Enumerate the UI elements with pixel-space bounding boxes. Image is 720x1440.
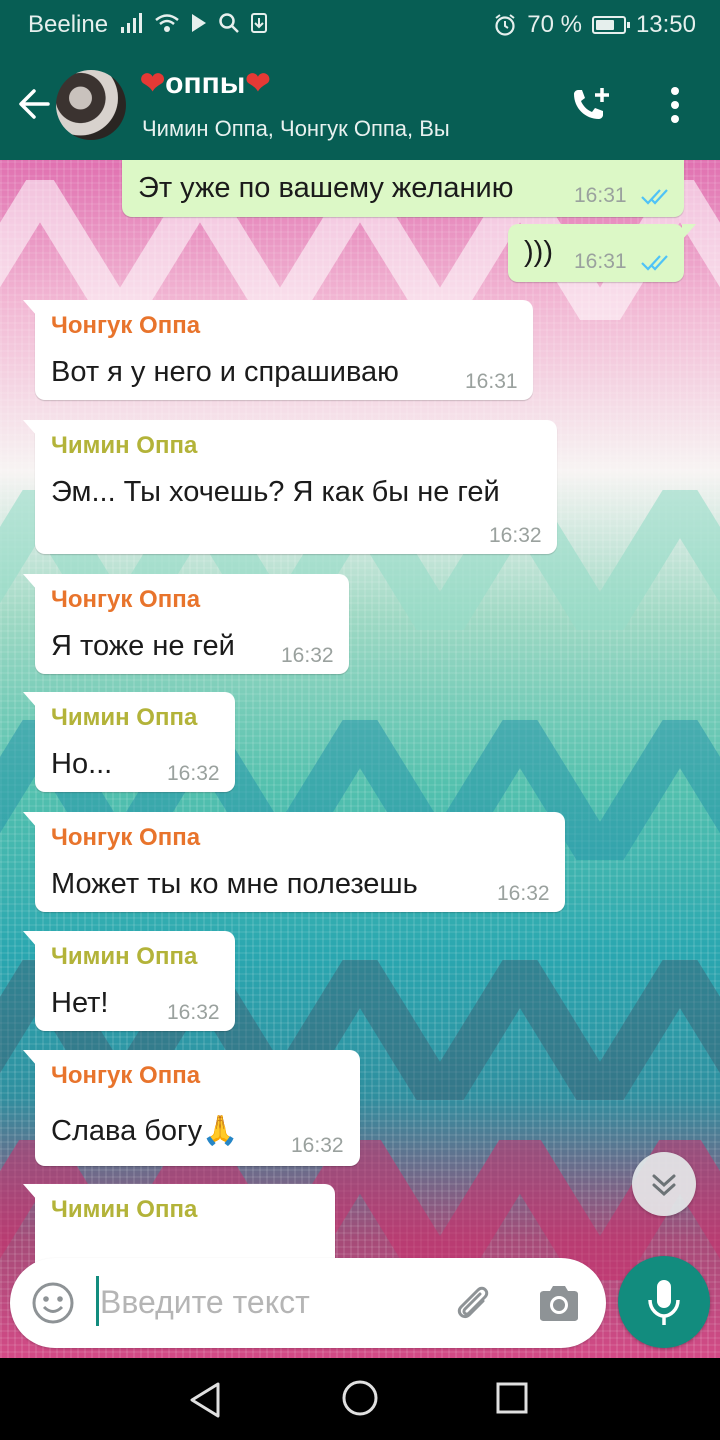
sender-name: Чонгук Оппа	[51, 312, 201, 339]
message-text: Вот я у него и спрашиваю	[51, 356, 399, 388]
bubble-tail	[23, 300, 37, 316]
battery-level	[595, 20, 615, 30]
message-time: 16:32	[281, 644, 334, 667]
text-caret	[96, 1276, 99, 1326]
message-bubble-incoming[interactable]: Чонгук Оппа Слава богу🙏 16:32	[23, 1050, 360, 1166]
read-ticks-icon	[641, 189, 668, 205]
message-time: 16:31	[465, 370, 518, 393]
bubble-tail	[682, 224, 696, 240]
message-bubble-incoming[interactable]: Чонгук Оппа Я тоже не гей 16:32	[23, 574, 349, 674]
chat-header: ❤оппы❤ Чимин Оппа, Чонгук Оппа, Вы	[0, 48, 720, 160]
message-bubble-incoming[interactable]: Чонгук Оппа Вот я у него и спрашиваю 16:…	[23, 300, 533, 400]
back-arrow-icon[interactable]	[14, 84, 54, 124]
bubble-tail	[23, 574, 37, 590]
carrier-name: Beeline	[28, 11, 109, 38]
bubble-tail	[23, 812, 37, 828]
sender-name: Чимин Оппа	[51, 943, 198, 970]
sender-name: Чимин Оппа	[51, 432, 198, 459]
camera-icon[interactable]	[536, 1282, 582, 1324]
more-vert-icon[interactable]	[660, 84, 690, 128]
status-right: 70 % 13:50	[493, 11, 696, 39]
bubble-tail	[23, 931, 37, 947]
add-call-icon[interactable]	[566, 84, 616, 128]
download-box-icon	[251, 13, 267, 33]
nav-recents-icon[interactable]	[494, 1380, 530, 1416]
sender-name: Чонгук Оппа	[51, 1062, 201, 1089]
status-bar: Beeline 70 % 13:50	[0, 0, 720, 48]
group-title[interactable]: ❤оппы❤	[140, 66, 270, 101]
message-text: )))	[524, 236, 553, 268]
group-members[interactable]: Чимин Оппа, Чонгук Оппа, Вы	[142, 116, 450, 142]
message-text: Нет!	[51, 987, 109, 1019]
message-bubble-incoming[interactable]: Чимин Оппа Но... 16:32	[23, 692, 235, 792]
sender-name: Чонгук Оппа	[51, 824, 201, 851]
message-input[interactable]: Введите текст	[100, 1284, 310, 1321]
sender-name: Чимин Оппа	[51, 704, 198, 731]
group-avatar[interactable]	[56, 70, 126, 140]
message-time: 16:32	[167, 762, 220, 785]
read-ticks-icon	[641, 255, 668, 271]
battery-icon	[591, 16, 630, 34]
scroll-to-bottom-button[interactable]	[632, 1152, 696, 1216]
voice-record-button[interactable]	[618, 1256, 710, 1348]
play-icon	[192, 14, 206, 32]
message-time: 16:32	[497, 882, 550, 905]
message-bubble-incoming[interactable]: Чонгук Оппа Может ты ко мне полезешь 16:…	[23, 812, 565, 912]
message-text: Эм... Ты хочешь? Я как бы не гей	[51, 476, 500, 508]
message-bubble-incoming[interactable]: Чимин Оппа Эм... Ты хочешь? Я как бы не …	[23, 420, 557, 554]
sender-name: Чимин Оппа	[51, 1196, 198, 1223]
signal-icon	[121, 13, 142, 33]
message-composer: Введите текст	[10, 1258, 606, 1348]
message-time: 16:32	[167, 1001, 220, 1024]
message-text: Я тоже не гей	[51, 630, 235, 662]
heart-right-icon: ❤	[245, 67, 271, 100]
message-bubble-outgoing[interactable]: Эт уже по вашему желанию 16:31	[122, 160, 684, 217]
bubble-tail	[23, 1050, 37, 1066]
double-chevron-down-icon	[652, 1174, 676, 1197]
chat-background: Эт уже по вашему желанию 16:31 ))) 16:31…	[0, 160, 720, 1360]
message-time: 16:31	[574, 250, 627, 273]
heart-left-icon: ❤	[140, 67, 166, 100]
nav-back-icon[interactable]	[186, 1380, 226, 1420]
sender-name: Чонгук Оппа	[51, 586, 201, 613]
message-bubble-incoming[interactable]: Чимин Оппа Нет! 16:32	[23, 931, 235, 1031]
smiley-icon[interactable]	[30, 1280, 76, 1326]
nav-home-icon[interactable]	[340, 1378, 380, 1418]
message-bubble-outgoing[interactable]: ))) 16:31	[508, 224, 696, 282]
alarm-icon	[495, 14, 515, 36]
system-nav-bar	[0, 1358, 720, 1440]
clock: 13:50	[635, 11, 696, 38]
message-time: 16:32	[291, 1134, 344, 1157]
bubble-tail	[23, 1184, 37, 1200]
search-icon	[219, 13, 239, 33]
group-title-text: оппы	[165, 67, 246, 100]
paperclip-icon[interactable]	[450, 1280, 496, 1326]
wifi-icon	[155, 14, 179, 32]
message-time: 16:32	[489, 524, 542, 547]
message-text: Может ты ко мне полезешь	[51, 868, 418, 900]
microphone-icon	[648, 1280, 680, 1325]
message-text: Эт уже по вашему желанию	[138, 172, 514, 204]
status-icons	[120, 12, 268, 34]
message-text: Но...	[51, 748, 113, 780]
bubble-tail	[23, 692, 37, 708]
message-time: 16:31	[574, 184, 627, 207]
battery-percent: 70 %	[527, 11, 582, 38]
bubble-tail	[23, 420, 37, 436]
message-text: Слава богу🙏	[51, 1115, 239, 1147]
